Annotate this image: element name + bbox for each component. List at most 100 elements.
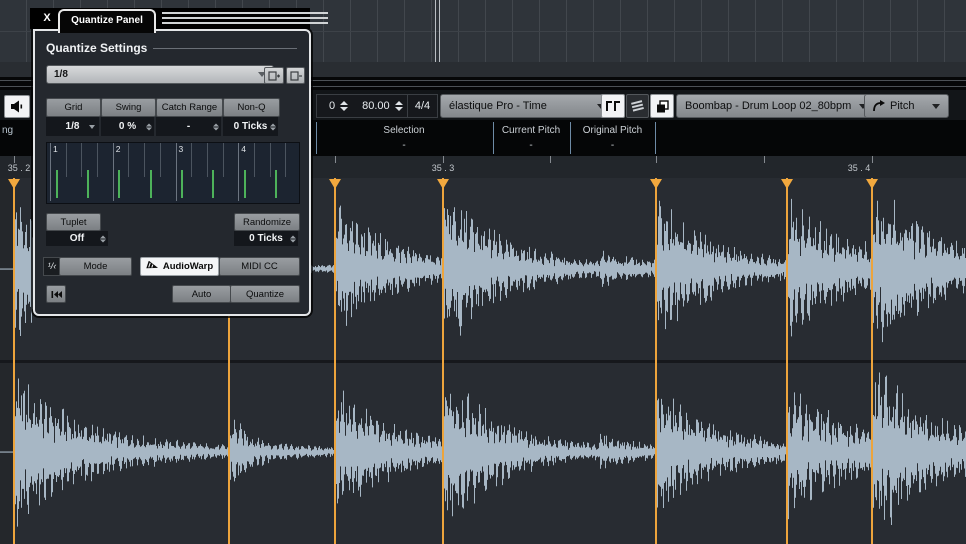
info-field-original-pitch[interactable]: Original Pitch - — [572, 120, 653, 156]
quantize-preset-dropdown[interactable]: 1/8 — [46, 65, 274, 84]
snap-value[interactable]: 0 — [329, 100, 335, 112]
quantize-preset-value: 1/8 — [54, 69, 68, 80]
grid-value-dropdown[interactable]: 1/8 — [46, 117, 99, 136]
grid-line — [285, 143, 287, 177]
catch-range-stepper[interactable] — [213, 123, 219, 130]
grid-eighth-marker — [118, 170, 121, 198]
grid-eighth-marker — [275, 170, 278, 198]
snap-tempo-group: 0 80.00 — [316, 94, 410, 118]
grid-line — [175, 143, 177, 201]
info-value: - — [610, 140, 615, 151]
nonq-column-button[interactable]: Non-Q — [223, 98, 280, 117]
warp-marker-line[interactable] — [334, 178, 336, 544]
zoom-mode-button[interactable] — [626, 94, 649, 118]
warp-marker-handle[interactable] — [437, 179, 449, 189]
chevron-down-icon — [89, 125, 95, 129]
channel-separator — [0, 360, 966, 363]
grid-beat-number: 3 — [178, 144, 184, 154]
grid-line — [238, 143, 240, 201]
tempo-value[interactable]: 80.00 — [362, 100, 390, 112]
warp-marker-line[interactable] — [871, 178, 873, 544]
ruler-label: 35 . 3 — [431, 163, 455, 173]
catch-range-value-field[interactable]: - — [156, 117, 221, 136]
grid-line — [191, 143, 193, 177]
grid-beat-number: 1 — [53, 144, 58, 154]
ruler-label: 35 . 2 — [7, 163, 31, 173]
warp-marker-line[interactable] — [442, 178, 444, 544]
clip-name-value: Boombap - Drum Loop 02_80bpm — [685, 100, 852, 112]
info-field-current-pitch[interactable]: Current Pitch - — [495, 120, 567, 156]
tab-quantize-panel[interactable]: Quantize Panel — [58, 9, 156, 33]
quantize-panel-titlebar[interactable]: X Quantize Panel — [30, 8, 328, 33]
tuplet-button[interactable]: Tuplet — [46, 213, 101, 231]
grid-line — [206, 143, 208, 177]
pitch-dropdown[interactable]: Pitch — [864, 94, 949, 118]
remove-preset-button[interactable] — [286, 67, 305, 84]
speaker-icon — [10, 100, 22, 113]
warp-marker-handle[interactable] — [866, 179, 878, 189]
tuplet-value: Off — [69, 233, 85, 244]
info-value: - — [402, 140, 406, 151]
project-cursor-line — [439, 0, 440, 62]
tempo-stepper[interactable] — [394, 101, 403, 111]
warp-marker-handle[interactable] — [329, 179, 341, 189]
ruler-tick — [14, 156, 15, 163]
quantize-apply-button[interactable]: Quantize — [230, 285, 300, 303]
add-preset-icon — [268, 70, 280, 81]
warp-marker-line[interactable] — [786, 178, 788, 544]
swing-value-field[interactable]: 0 % — [101, 117, 154, 136]
swing-column-button[interactable]: Swing — [101, 98, 156, 117]
grid-eighth-marker — [149, 170, 152, 198]
warp-marker-line[interactable] — [13, 178, 15, 544]
mode-button[interactable]: Mode — [59, 257, 132, 276]
clipped-label: ng — [2, 125, 14, 136]
randomize-stepper[interactable] — [290, 235, 296, 242]
info-field-selection[interactable]: Selection - — [330, 120, 478, 156]
info-separator — [655, 122, 656, 154]
warp-marker-handle[interactable] — [781, 179, 793, 189]
remove-preset-icon — [289, 70, 302, 81]
clip-dropdown[interactable]: Boombap - Drum Loop 02_80bpm — [676, 94, 876, 118]
randomize-value-field[interactable]: 0 Ticks — [234, 231, 298, 246]
nonq-value-field[interactable]: 0 Ticks — [223, 117, 278, 136]
clip-browse-button[interactable] — [650, 94, 674, 118]
warp-marker-handle[interactable] — [650, 179, 662, 189]
pitch-label: Pitch — [890, 100, 915, 112]
grid-eighth-marker — [55, 170, 58, 198]
grid-line — [65, 143, 67, 177]
auto-button[interactable]: Auto — [172, 285, 231, 303]
catch-range-column-button[interactable]: Catch Range — [156, 98, 223, 117]
randomize-button[interactable]: Randomize — [234, 213, 300, 231]
grid-eighth-marker — [212, 170, 215, 198]
nonq-value: 0 Ticks — [233, 121, 268, 132]
titlebar-grip-line — [162, 17, 328, 19]
audiowarp-tab-button[interactable]: AudioWarp — [140, 257, 219, 276]
reset-button[interactable] — [46, 285, 66, 303]
tuplet-stepper[interactable] — [100, 235, 106, 242]
grid-line — [253, 143, 255, 177]
grid-line — [97, 143, 99, 177]
time-signature-value[interactable]: 4/4 — [407, 94, 438, 118]
warp-marker-handle[interactable] — [8, 179, 20, 189]
solo-audition-button[interactable] — [4, 95, 30, 118]
snap-stepper[interactable] — [340, 101, 349, 111]
randomize-value: 0 Ticks — [249, 233, 283, 244]
tuplet-value-field[interactable]: Off — [46, 231, 108, 246]
info-label: Selection — [383, 125, 425, 136]
swing-stepper[interactable] — [146, 123, 152, 130]
grid-line — [222, 143, 224, 177]
warp-algorithm-dropdown[interactable]: élastique Pro - Time — [440, 94, 614, 118]
nonq-stepper[interactable] — [270, 123, 276, 130]
warp-marker-line[interactable] — [655, 178, 657, 544]
midi-cc-button[interactable]: MIDI CC — [219, 257, 300, 276]
grid-column-button[interactable]: Grid — [46, 98, 101, 117]
grid-line — [81, 143, 83, 177]
grid-line — [112, 143, 114, 201]
close-button[interactable]: X — [38, 10, 56, 27]
add-preset-button[interactable] — [264, 67, 284, 84]
grid-line — [269, 143, 271, 177]
show-regions-button[interactable] — [601, 94, 625, 118]
grid-line — [144, 143, 146, 177]
info-label: Original Pitch — [582, 125, 643, 136]
quantize-panel: Quantize Settings 1/8 Grid Swing Catch R… — [33, 29, 311, 316]
